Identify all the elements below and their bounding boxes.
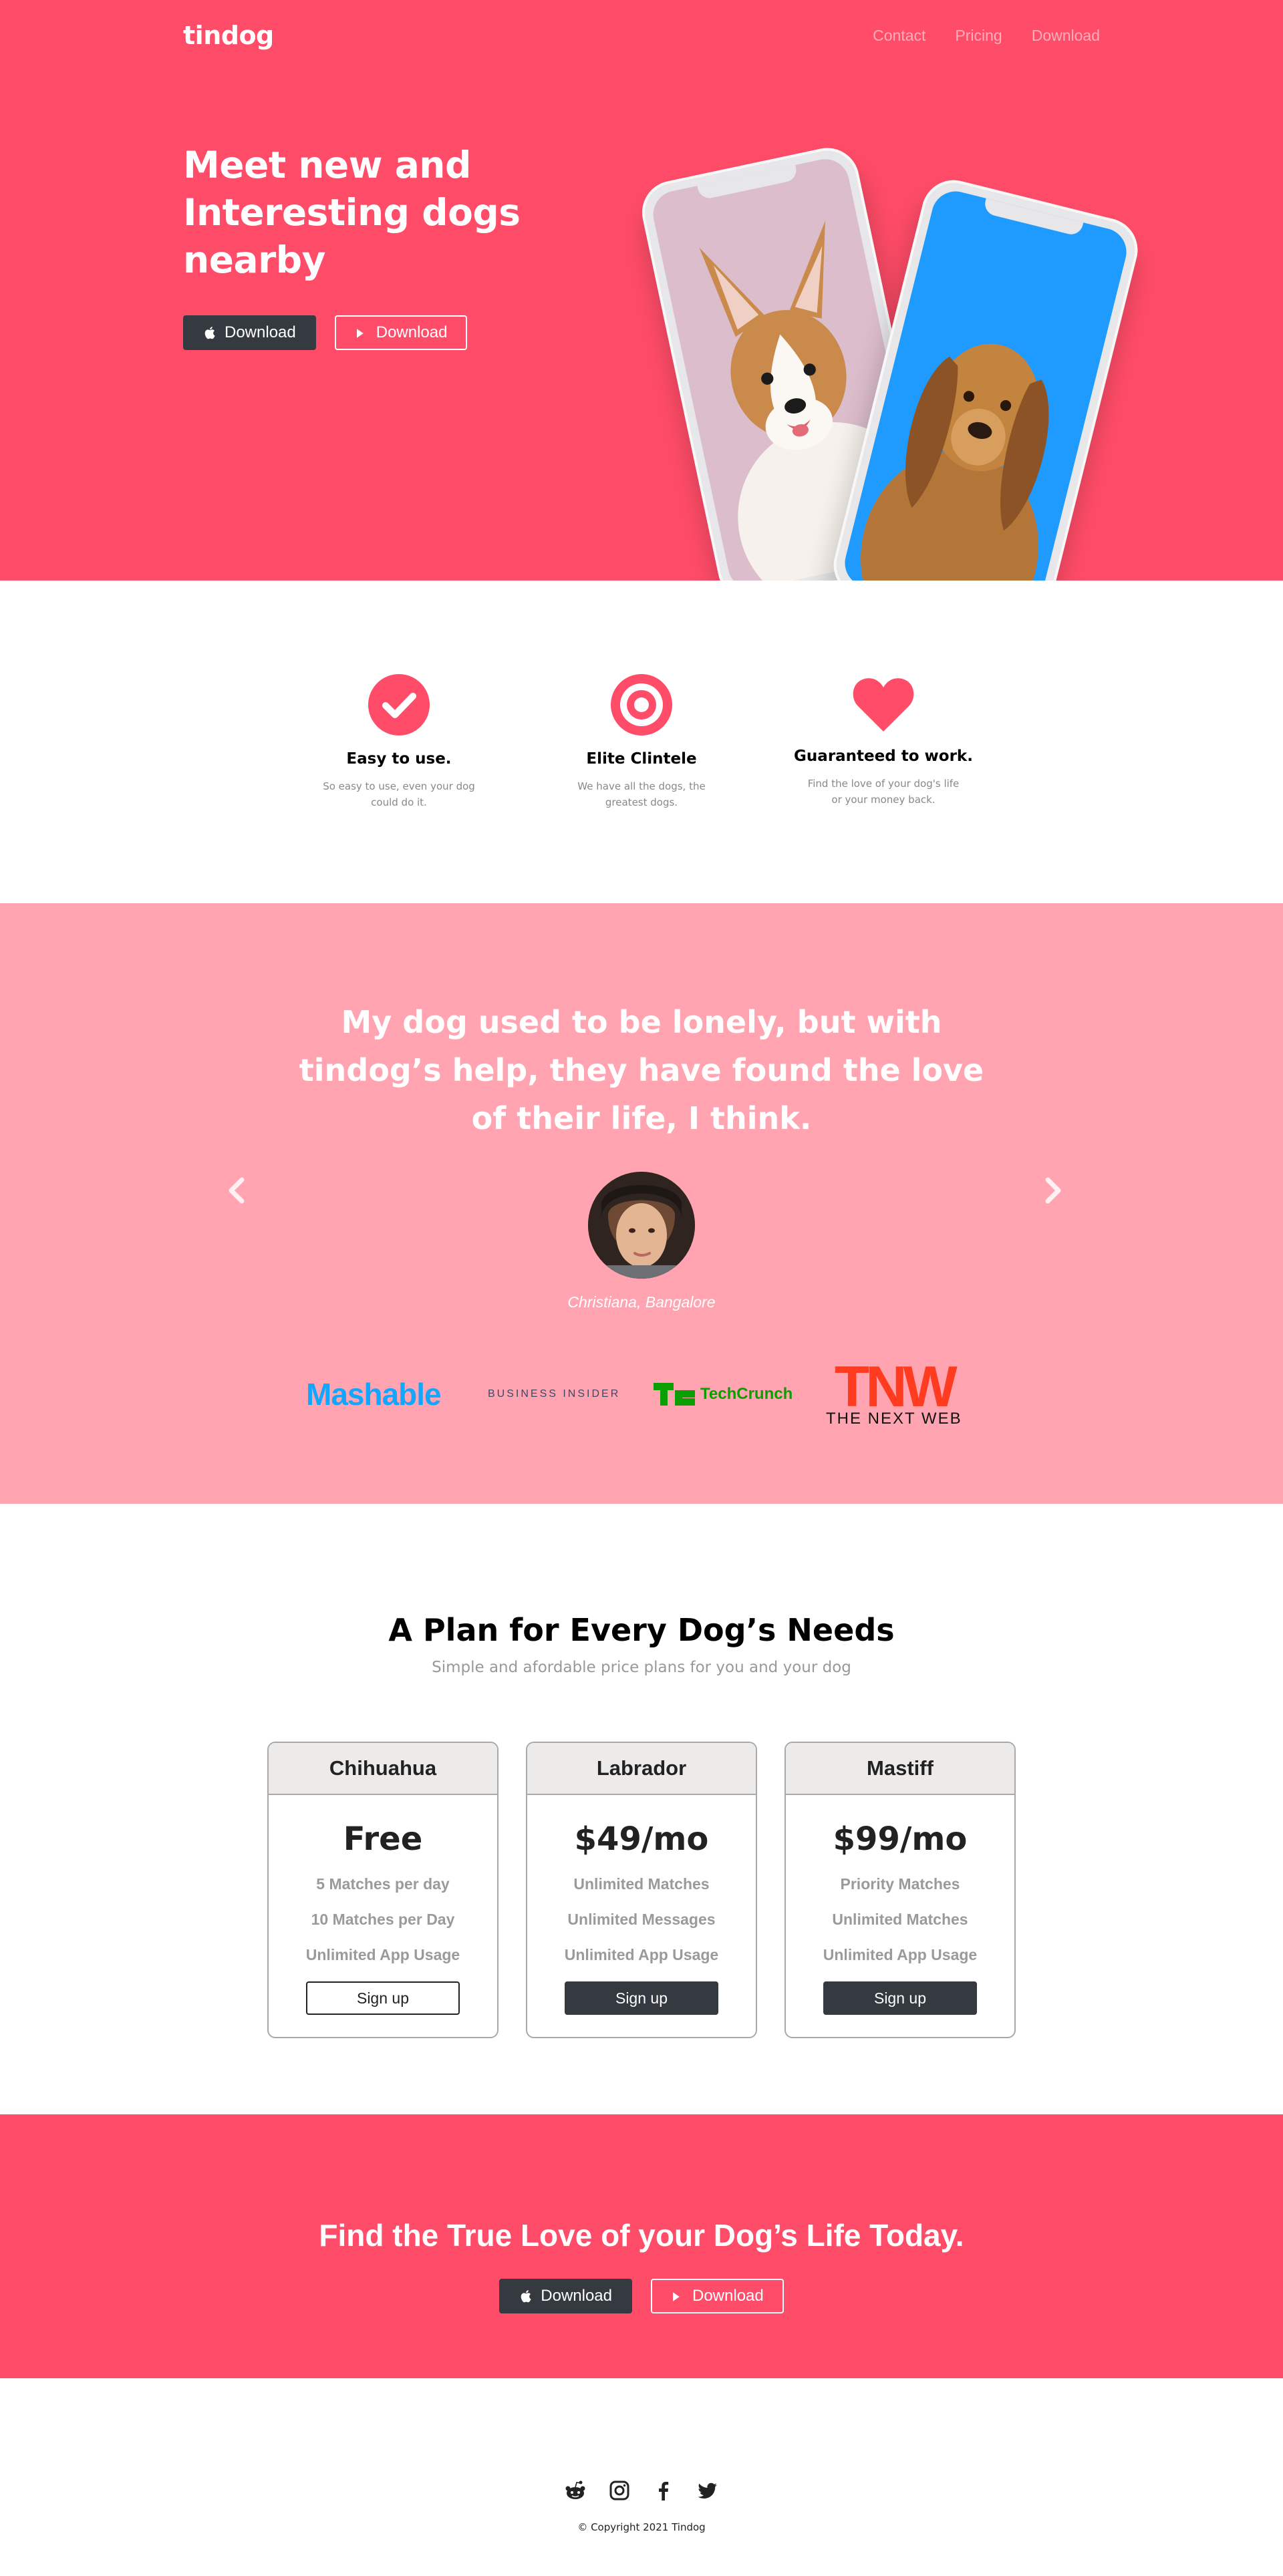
signup-button-labrador[interactable]: Sign up — [565, 1981, 718, 2015]
nav-link-pricing[interactable]: Pricing — [955, 27, 1002, 45]
apple-icon — [203, 325, 218, 340]
google-play-icon — [671, 2289, 686, 2303]
plan-feature: 10 Matches per Day — [311, 1911, 455, 1928]
apple-icon — [519, 2289, 534, 2303]
apple-download-button[interactable]: Download — [183, 315, 316, 350]
feature-title: Elite Clintele — [586, 750, 697, 768]
footer: © Copyright 2021 Tindog — [0, 2378, 1283, 2576]
pricing-section: A Plan for Every Dog’s Needs Simple and … — [0, 1504, 1283, 2114]
features-section: Easy to use. So easy to use, even your d… — [0, 581, 1283, 903]
feature-title: Guaranteed to work. — [794, 748, 973, 765]
feature-text: We have all the dogs, the greatest dogs. — [577, 780, 706, 808]
brand-logo[interactable]: tindog — [183, 21, 274, 50]
copyright-text: © Copyright 2021 Tindog — [577, 2521, 706, 2533]
techcrunch-mark-icon — [654, 1383, 695, 1406]
cta-buttons: Download Download — [0, 2279, 1283, 2313]
plan-name: Mastiff — [786, 1743, 1014, 1795]
business-insider-logo: BUSINESS INSIDER — [488, 1388, 621, 1400]
tnw-logo: TNW THE NEXT WEB — [826, 1357, 962, 1431]
signup-button-mastiff[interactable]: Sign up — [823, 1981, 977, 2015]
apple-download-label: Download — [225, 323, 296, 341]
reddit-icon[interactable] — [565, 2480, 586, 2501]
signup-button-chihuahua[interactable]: Sign up — [306, 1981, 460, 2015]
plan-price: $99/mo — [833, 1820, 968, 1858]
play-download-label: Download — [692, 2287, 764, 2305]
plan-feature: 5 Matches per day — [316, 1875, 450, 1893]
chevron-right-icon — [1045, 1177, 1061, 1204]
feature-guaranteed: Guaranteed to work. Find the love of you… — [790, 674, 977, 808]
carousel-next-button[interactable] — [1040, 1170, 1066, 1211]
facebook-icon[interactable] — [653, 2480, 674, 2501]
heart-icon — [853, 678, 914, 732]
testimonial-avatar — [588, 1172, 695, 1279]
feature-text: So easy to use, even your dog could do i… — [323, 780, 475, 808]
hero-section: tindog Contact Pricing Download Meet new… — [0, 0, 1283, 642]
pricing-subtitle: Simple and afordable price plans for you… — [432, 1659, 851, 1676]
cta-section: Find the True Love of your Dog’s Life To… — [0, 2114, 1283, 2378]
social-links — [0, 2480, 1283, 2501]
nav-link-contact[interactable]: Contact — [873, 27, 925, 45]
cta-title: Find the True Love of your Dog’s Life To… — [319, 2218, 964, 2253]
retriever-photo — [839, 186, 1132, 629]
plan-feature: Unlimited Matches — [832, 1911, 968, 1928]
plan-feature: Priority Matches — [840, 1875, 960, 1893]
testimonial-quote: My dog used to be lonely, but with tindo… — [299, 1004, 984, 1136]
plan-name: Labrador — [527, 1743, 756, 1795]
feature-easy: Easy to use. So easy to use, even your d… — [305, 674, 492, 810]
instagram-icon[interactable] — [609, 2480, 630, 2501]
feature-text: Find the love of your dog's life or your… — [807, 778, 960, 806]
apple-download-button[interactable]: Download — [499, 2279, 632, 2313]
techcrunch-logo: TechCrunch — [654, 1357, 793, 1431]
play-download-button[interactable]: Download — [651, 2279, 784, 2313]
twitter-icon[interactable] — [697, 2480, 718, 2501]
phone-mockup-retriever — [827, 173, 1145, 642]
testimonial-section: My dog used to be lonely, but with tindo… — [0, 903, 1283, 1504]
nav-links: Contact Pricing Download — [873, 27, 1100, 45]
pricing-card-labrador: Labrador $49/mo Unlimited Matches Unlimi… — [526, 1742, 757, 2038]
feature-elite: Elite Clintele We have all the dogs, the… — [548, 674, 735, 810]
apple-download-label: Download — [541, 2287, 612, 2305]
hero-buttons: Download Download — [183, 315, 468, 350]
plan-feature: Unlimited Messages — [567, 1911, 716, 1928]
chevron-left-icon — [229, 1177, 245, 1204]
pricing-card-mastiff: Mastiff $99/mo Priority Matches Unlimite… — [785, 1742, 1016, 2038]
play-download-label: Download — [376, 323, 448, 341]
plan-feature: Unlimited App Usage — [823, 1946, 978, 1963]
tnw-subtitle: THE NEXT WEB — [826, 1410, 962, 1428]
hero-title: Meet new and Interesting dogs nearby — [183, 144, 521, 281]
carousel-prev-button[interactable] — [223, 1170, 250, 1211]
check-circle-icon — [368, 674, 430, 736]
target-icon — [611, 674, 672, 736]
play-download-button[interactable]: Download — [334, 315, 468, 350]
testimonial-author: Christiana, Bangalore — [567, 1293, 716, 1311]
nav-link-download[interactable]: Download — [1032, 27, 1100, 45]
tnw-mark: TNW — [834, 1355, 958, 1419]
plan-feature: Unlimited Matches — [573, 1875, 710, 1893]
plan-feature: Unlimited App Usage — [564, 1946, 719, 1963]
pricing-card-chihuahua: Chihuahua Free 5 Matches per day 10 Matc… — [267, 1742, 498, 2038]
techcrunch-wordmark: TechCrunch — [700, 1385, 793, 1403]
google-play-icon — [355, 325, 370, 340]
plan-feature: Unlimited App Usage — [305, 1946, 460, 1963]
feature-title: Easy to use. — [346, 750, 452, 768]
pricing-title: A Plan for Every Dog’s Needs — [388, 1612, 895, 1648]
navbar: tindog Contact Pricing Download — [183, 19, 1100, 52]
plan-price: Free — [343, 1820, 423, 1858]
mashable-logo: Mashable — [306, 1377, 442, 1412]
plan-price: $49/mo — [574, 1820, 709, 1858]
plan-name: Chihuahua — [269, 1743, 497, 1795]
